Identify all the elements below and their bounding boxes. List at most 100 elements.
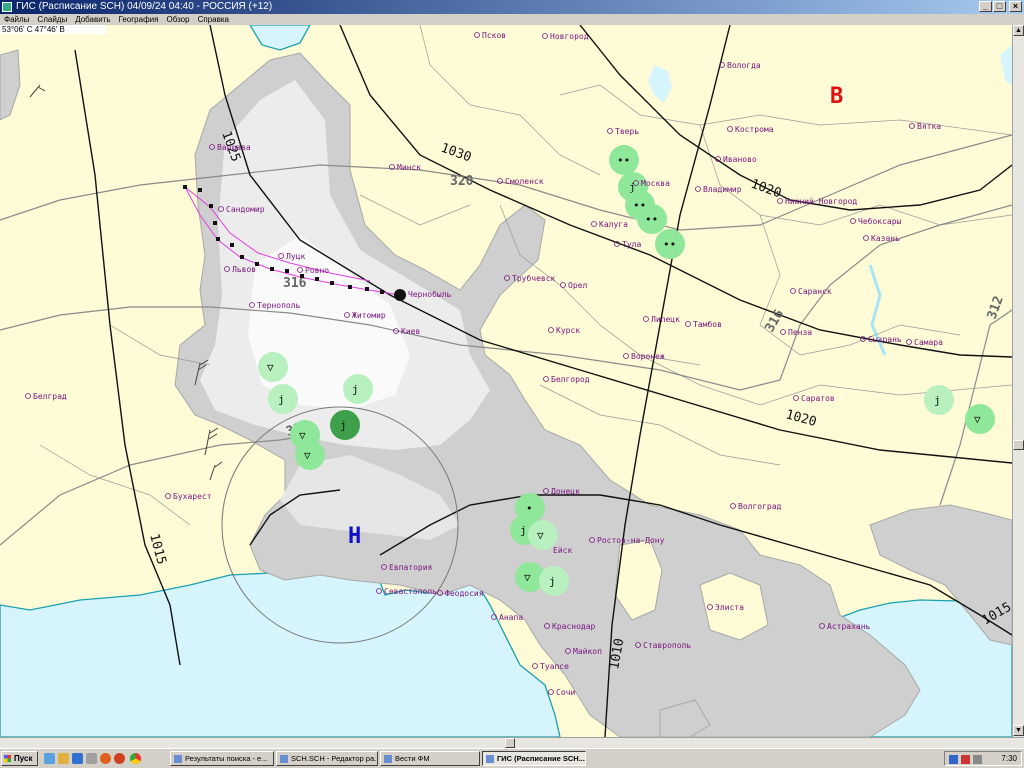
city-label[interactable]: Севастополь <box>376 587 438 596</box>
minimize-button[interactable]: _ <box>979 1 992 12</box>
city-label[interactable]: Волгоград <box>730 502 782 511</box>
city-label[interactable]: Чебоксары <box>850 216 902 226</box>
weather-map[interactable]: 1025 1030 1020 1020 1015 1010 1015 320 3… <box>0 25 1012 737</box>
city-label[interactable]: Вологда <box>719 61 761 70</box>
close-button[interactable]: × <box>1009 1 1022 12</box>
city-label[interactable]: Саратов <box>793 394 835 403</box>
city-label[interactable]: Тернополь <box>249 301 301 310</box>
coordinates-readout: 53°06' С 47°46' В <box>0 25 106 34</box>
city-label[interactable]: Евпатория <box>381 563 433 572</box>
svg-text:Варшава: Варшава <box>217 143 251 152</box>
task-vesti-fm[interactable]: Вести ФМ <box>380 751 480 766</box>
svg-text:Сызрань: Сызрань <box>868 335 902 344</box>
city-label[interactable]: Смоленск <box>497 177 544 186</box>
menu-help[interactable]: Справка <box>194 14 233 25</box>
svg-text:Чернобыль: Чернобыль <box>408 289 452 299</box>
city-label[interactable]: Кострома <box>727 125 774 134</box>
menu-slides[interactable]: Слайды <box>33 14 71 25</box>
svg-text:Астрахань: Астрахань <box>827 622 871 631</box>
task-search-results[interactable]: Результаты поиска - e... <box>170 751 274 766</box>
svg-text:Ейск: Ейск <box>553 546 572 555</box>
svg-text:Псков: Псков <box>482 31 506 40</box>
city-label[interactable]: Орел <box>560 281 588 290</box>
svg-text:Донецк: Донецк <box>551 487 580 496</box>
city-label[interactable]: Калуга <box>591 220 629 229</box>
tray-network-icon[interactable] <box>949 755 958 764</box>
city-label[interactable]: Липецк <box>643 315 681 324</box>
city-label[interactable]: Чернобыль <box>408 289 452 299</box>
city-label[interactable]: Саранск <box>790 287 832 296</box>
menu-file[interactable]: Файлы <box>0 14 33 25</box>
city-label[interactable]: Бухарест <box>165 492 212 501</box>
low-pressure-center: Н <box>348 524 361 549</box>
city-label[interactable]: Курск <box>548 326 581 335</box>
city-label[interactable]: Ейск <box>553 546 572 555</box>
svg-text:▽: ▽ <box>267 361 274 374</box>
svg-text:ϳ: ϳ <box>549 575 556 588</box>
city-label[interactable]: Тамбов <box>685 319 722 329</box>
quicklaunch-ie-icon[interactable] <box>72 753 83 764</box>
city-label[interactable]: Сочи <box>548 688 576 697</box>
quicklaunch-folder-icon[interactable] <box>58 753 69 764</box>
city-label[interactable]: Новгород <box>542 32 589 41</box>
city-label[interactable]: Пенза <box>780 328 813 337</box>
city-label[interactable]: Тула <box>614 240 642 249</box>
city-label[interactable]: Сандомир <box>218 205 265 214</box>
city-label[interactable]: Воронеж <box>623 352 665 361</box>
city-label[interactable]: Сызрань <box>860 335 902 344</box>
scroll-down-arrow-icon[interactable]: ▼ <box>1013 725 1024 736</box>
scroll-up-arrow-icon[interactable]: ▲ <box>1013 25 1024 36</box>
task-gis[interactable]: ГИС (Расписание SCH... <box>482 751 586 766</box>
city-label[interactable]: Феодосия <box>437 589 484 598</box>
system-tray: 7:30 <box>944 751 1022 766</box>
city-label[interactable]: Самара <box>906 338 944 347</box>
menu-add[interactable]: Добавить <box>71 14 114 25</box>
menu-geography[interactable]: География <box>115 14 163 25</box>
horizontal-scrollbar[interactable] <box>0 737 1024 748</box>
vertical-scroll-thumb[interactable] <box>1013 440 1024 450</box>
maximize-button[interactable]: □ <box>993 1 1006 12</box>
city-label[interactable]: Владимир <box>695 185 742 194</box>
svg-text:Бухарест: Бухарест <box>173 492 212 501</box>
city-label[interactable]: Туапсе <box>532 662 570 671</box>
vertical-scrollbar[interactable]: ▲ ▼ <box>1012 25 1024 737</box>
isohypse-label: 320 <box>450 174 474 189</box>
city-label[interactable]: Ставрополь <box>635 641 692 650</box>
city-label[interactable]: Краснодар <box>544 622 596 631</box>
quicklaunch-app-icon[interactable] <box>86 753 97 764</box>
quicklaunch-firefox-icon[interactable] <box>100 753 111 764</box>
isobar-label: 1020 <box>749 177 784 202</box>
menu-view[interactable]: Обзор <box>162 14 193 25</box>
city-label[interactable]: Казань <box>863 234 901 243</box>
tray-volume-icon[interactable] <box>973 755 982 764</box>
city-label[interactable]: Ростов-на-Дону <box>589 536 665 545</box>
svg-text:Минск: Минск <box>397 163 421 172</box>
svg-text:Евпатория: Евпатория <box>389 563 432 572</box>
quicklaunch-opera-icon[interactable] <box>114 753 125 764</box>
tray-antivirus-icon[interactable] <box>961 755 970 764</box>
city-label[interactable]: Трубчевск <box>504 273 556 283</box>
city-label[interactable]: Псков <box>474 31 507 40</box>
svg-text:Казань: Казань <box>871 234 900 243</box>
city-label[interactable]: Тверь <box>607 127 640 136</box>
quicklaunch-chrome-icon[interactable] <box>130 753 141 764</box>
svg-text:Москва: Москва <box>641 179 670 188</box>
svg-text:▽: ▽ <box>524 571 531 584</box>
city-label[interactable]: Белград <box>25 392 67 401</box>
svg-text:Вологда: Вологда <box>727 61 761 70</box>
wind-barbs <box>29 84 223 481</box>
svg-text:Вятка: Вятка <box>917 122 941 131</box>
horizontal-scroll-thumb[interactable] <box>505 738 515 748</box>
svg-text:••: •• <box>617 154 630 167</box>
svg-text:Владимир: Владимир <box>703 185 742 194</box>
start-button[interactable]: Пуск <box>1 751 38 766</box>
city-label[interactable]: Белгород <box>543 375 590 384</box>
city-label[interactable]: Нижний Новгород <box>777 197 858 206</box>
quicklaunch-desktop-icon[interactable] <box>44 753 55 764</box>
city-label[interactable]: Астрахань <box>819 622 871 631</box>
city-label[interactable]: Минск <box>389 163 422 172</box>
svg-text:Ровно: Ровно <box>305 266 329 275</box>
svg-text:Севастополь: Севастополь <box>384 587 437 596</box>
task-sch-editor[interactable]: SCH.SCH - Редактор ра... <box>276 751 378 766</box>
city-label[interactable]: Вятка <box>909 122 942 131</box>
